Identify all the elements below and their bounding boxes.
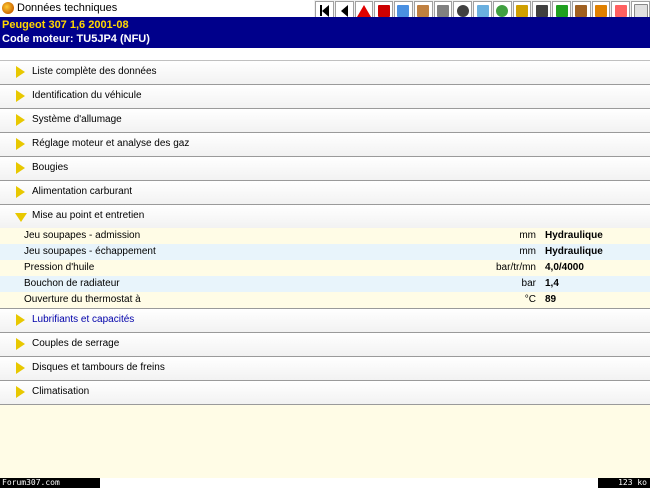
row-unit: mm (519, 230, 536, 241)
engine-icon (417, 4, 430, 17)
data-row: Jeu soupapes - échappement mm Hydraulique (0, 244, 650, 260)
wheel-icon (456, 4, 469, 17)
label-icon (516, 4, 529, 17)
collapsed-arrow-icon (16, 90, 25, 102)
vehicle-model: Peugeot 307 1,6 2001-08 (2, 19, 129, 31)
section-label: Lubrifiants et capacités (32, 314, 135, 325)
rotate-icon (496, 4, 509, 17)
collapsed-arrow-icon (16, 138, 25, 150)
section-label: Alimentation carburant (32, 186, 133, 197)
vehicle-header: Peugeot 307 1,6 2001-08 Code moteur: TU5… (0, 17, 650, 48)
section-disques[interactable]: Disques et tambours de freins (0, 356, 650, 380)
cloud-icon (476, 4, 489, 17)
row-label: Jeu soupapes - admission (24, 230, 141, 241)
section-label: Bougies (32, 162, 69, 173)
window-icon (633, 3, 648, 18)
lock-icon (555, 4, 568, 17)
section-climatisation[interactable]: Climatisation (0, 380, 650, 404)
row-value: Hydraulique (545, 230, 603, 241)
section-label: Identification du véhicule (32, 90, 142, 101)
collapsed-arrow-icon (16, 162, 25, 174)
landscape-icon (397, 4, 410, 17)
data-row: Jeu soupapes - admission mm Hydraulique (0, 228, 650, 244)
collapsed-arrow-icon (16, 386, 25, 398)
row-label: Jeu soupapes - échappement (24, 246, 156, 257)
row-label: Ouverture du thermostat à (24, 294, 141, 305)
oil-can-icon (595, 4, 608, 17)
collapsed-arrow-icon (16, 362, 25, 374)
section-lubrifiants[interactable]: Lubrifiants et capacités (0, 308, 650, 332)
app-icon (2, 2, 14, 14)
data-row: Bouchon de radiateur bar 1,4 (0, 276, 650, 292)
car-icon (614, 4, 627, 17)
section-label: Liste complète des données (32, 66, 157, 77)
window-title: Données techniques (17, 2, 118, 14)
section-label: Réglage moteur et analyse des gaz (32, 138, 190, 149)
section-allumage[interactable]: Système d'allumage (0, 108, 650, 132)
data-panel: Liste complète des données Identification… (0, 48, 650, 478)
status-site: Forum307.com (0, 478, 100, 488)
section-alimentation[interactable]: Alimentation carburant (0, 180, 650, 204)
collapsed-arrow-icon (16, 338, 25, 350)
row-unit: °C (524, 294, 536, 305)
previous-icon (340, 4, 348, 17)
row-value: 89 (545, 294, 557, 305)
collapsed-arrow-icon (16, 66, 25, 78)
data-row: Ouverture du thermostat à °C 89 (0, 292, 650, 308)
status-bar: Forum307.com 123 ko (0, 478, 650, 488)
data-row: Pression d'huile bar/tr/mn 4,0/4000 (0, 260, 650, 276)
section-mise-au-point[interactable]: Mise au point et entretien (0, 204, 650, 228)
row-value: 1,4 (545, 278, 559, 289)
section-identification[interactable]: Identification du véhicule (0, 84, 650, 108)
section-reglage[interactable]: Réglage moteur et analyse des gaz (0, 132, 650, 156)
row-unit: bar (521, 278, 536, 289)
collapsed-arrow-icon (16, 186, 25, 198)
row-unit: bar/tr/mn (495, 262, 536, 273)
collapsed-arrow-icon (16, 314, 25, 326)
section-liste[interactable]: Liste complète des données (0, 60, 650, 84)
first-page-icon (319, 4, 329, 17)
book-icon (377, 4, 390, 17)
section-label: Disques et tambours de freins (32, 362, 165, 373)
row-label: Pression d'huile (24, 262, 95, 273)
collapsed-arrow-icon (16, 114, 25, 126)
section-label: Couples de serrage (32, 338, 120, 349)
section-label: Mise au point et entretien (32, 210, 145, 221)
row-value: Hydraulique (545, 246, 603, 257)
engine-code: Code moteur: TU5JP4 (NFU) (2, 33, 150, 45)
section-label: Système d'allumage (32, 114, 122, 125)
section-label: Climatisation (32, 386, 90, 397)
battery-icon (535, 4, 548, 17)
expanded-arrow-icon (15, 213, 27, 222)
row-label: Bouchon de radiateur (24, 278, 120, 289)
row-unit: mm (519, 246, 536, 257)
section-bougies[interactable]: Bougies (0, 156, 650, 180)
section-couples[interactable]: Couples de serrage (0, 332, 650, 356)
warning-icon (356, 4, 371, 17)
tools-icon (436, 4, 449, 17)
row-value: 4,0/4000 (545, 262, 584, 273)
cabinet-icon (575, 4, 588, 17)
status-size: 123 ko (598, 478, 650, 488)
